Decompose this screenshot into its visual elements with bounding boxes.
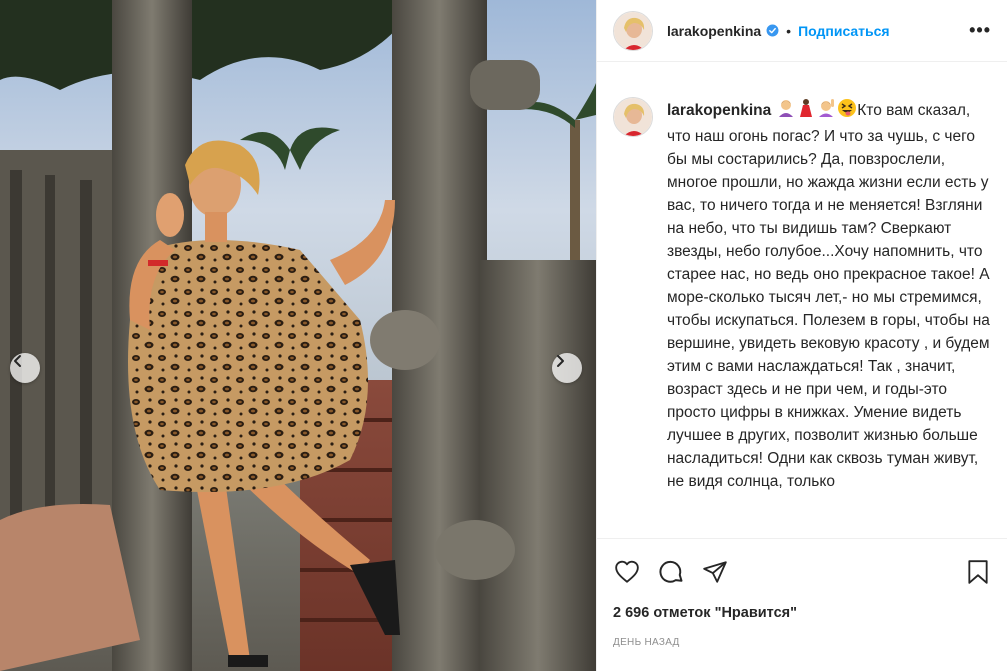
prev-photo-button[interactable] — [10, 353, 40, 383]
instagram-post: larakopenkina • Подписаться ••• larakope… — [0, 0, 1007, 671]
share-icon — [703, 561, 727, 583]
likes-count[interactable]: 2 696 отметок "Нравится" — [613, 605, 991, 621]
verified-badge-icon — [766, 24, 779, 37]
profile-photo-icon — [614, 98, 652, 136]
photo-illustration — [0, 0, 596, 671]
actions-area: 2 696 отметок "Нравится" ДЕНЬ НАЗАД — [597, 538, 1007, 648]
profile-photo-icon — [614, 11, 652, 50]
woman-raising-hand-icon — [819, 99, 835, 117]
chevron-left-icon — [14, 355, 21, 367]
bookmark-icon — [968, 560, 988, 584]
action-bar — [613, 547, 991, 597]
post-header: larakopenkina • Подписаться ••• — [597, 0, 1007, 62]
share-button[interactable] — [701, 559, 729, 585]
caption-emojis — [777, 98, 857, 125]
caption-row: larakopenkina Кто вам сказал, что наш ог… — [613, 97, 991, 493]
more-options-button[interactable]: ••• — [969, 20, 991, 41]
comment-button[interactable] — [657, 558, 685, 586]
separator-dot: • — [786, 22, 792, 39]
save-button[interactable] — [965, 558, 991, 586]
follow-button[interactable]: Подписаться — [798, 23, 890, 39]
avatar[interactable] — [613, 10, 653, 51]
squinting-face-with-tongue-icon — [838, 99, 857, 117]
post-photo[interactable] — [0, 0, 596, 671]
caption-body: Кто вам сказал, что наш огонь погас? И ч… — [667, 102, 990, 490]
woman-dancing-icon — [800, 99, 813, 117]
comment-icon — [659, 560, 683, 583]
caption-avatar[interactable] — [613, 97, 653, 137]
chevron-right-icon — [557, 355, 564, 367]
caption-area[interactable]: larakopenkina Кто вам сказал, что наш ог… — [597, 62, 1007, 538]
next-photo-button[interactable] — [552, 353, 582, 383]
like-button[interactable] — [613, 559, 641, 585]
heart-icon — [615, 560, 639, 583]
post-timestamp[interactable]: ДЕНЬ НАЗАД — [613, 637, 991, 648]
post-side-panel: larakopenkina • Подписаться ••• larakope… — [596, 0, 1007, 671]
caption-text: larakopenkina Кто вам сказал, что наш ог… — [667, 98, 991, 493]
woman-gesturing-ok-icon — [779, 100, 794, 117]
header-username[interactable]: larakopenkina — [667, 23, 761, 39]
caption-username[interactable]: larakopenkina — [667, 102, 771, 119]
